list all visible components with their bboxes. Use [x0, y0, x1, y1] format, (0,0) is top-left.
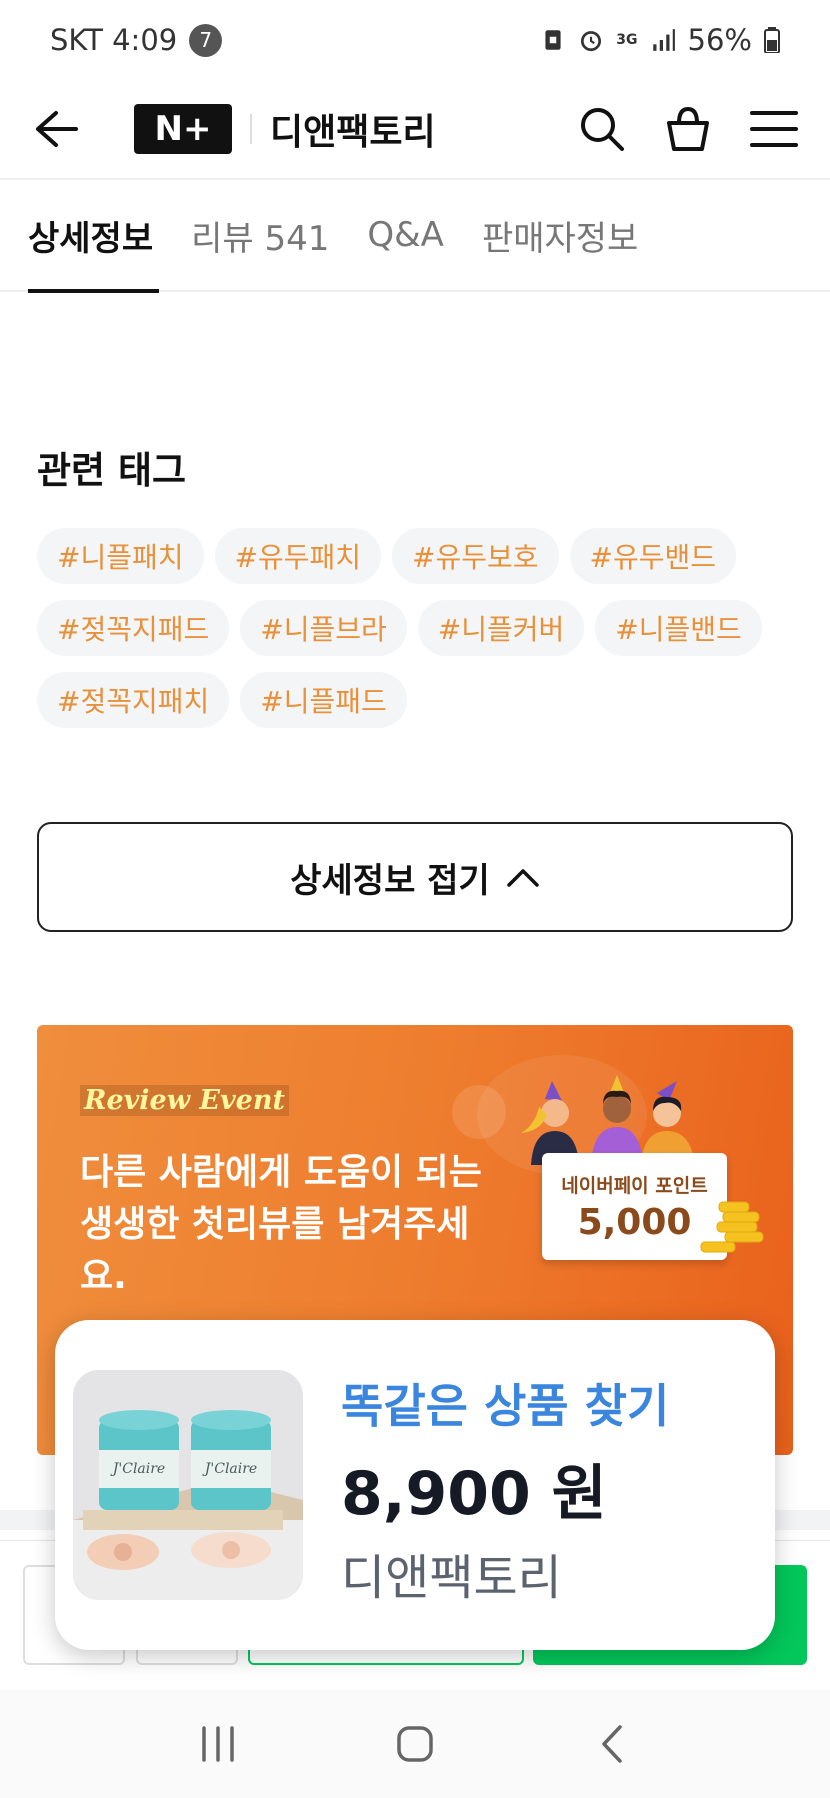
carrier-time: SKT 4:09	[50, 23, 178, 57]
logo-divider	[250, 114, 252, 144]
tag-chip[interactable]: #니플패드	[240, 672, 407, 728]
review-event-message: 다른 사람에게 도움이 되는 생생한 첫리뷰를 남겨주세 요.	[80, 1147, 500, 1303]
naver-plus-logo[interactable]: N+	[134, 104, 232, 154]
find-same-product-title[interactable]: 똑같은 상품 찾기	[341, 1370, 669, 1436]
header-actions	[576, 103, 800, 155]
status-right: 3G 56%	[540, 23, 780, 57]
same-product-popup[interactable]: J'Claire J'Claire 똑같은 상품 찾기 8,900 원 디앤팩토…	[55, 1320, 775, 1650]
tag-chip[interactable]: #젖꼭지패치	[37, 672, 230, 728]
tab-qna[interactable]: Q&A	[367, 179, 444, 291]
tag-chip[interactable]: #유두밴드	[569, 528, 737, 584]
battery-icon	[764, 27, 780, 53]
product-brand-text: J'Claire	[202, 1461, 257, 1477]
logo-text: N+	[154, 109, 212, 149]
tag-chip[interactable]: #유두보호	[392, 528, 559, 584]
lock-icon	[545, 30, 561, 50]
chevron-left-icon	[601, 1725, 622, 1763]
alarm-icon	[581, 31, 602, 52]
collapse-details-label: 상세정보 접기	[290, 860, 490, 901]
shop-name[interactable]: 디앤팩토리	[270, 103, 436, 155]
system-nav-bar	[0, 1690, 830, 1798]
message-line: 다른 사람에게 도움이 되는	[80, 1152, 482, 1193]
shopping-bag-icon	[667, 106, 709, 151]
tag-chip[interactable]: #니플밴드	[595, 600, 762, 656]
signal-icon	[652, 29, 675, 51]
collapse-details-button[interactable]: 상세정보 접기	[37, 822, 793, 932]
message-line: 생생한 첫리뷰를 남겨주세	[80, 1204, 470, 1245]
status-left: SKT 4:09 7	[50, 23, 223, 57]
tag-chip[interactable]: #니플커버	[417, 600, 585, 656]
product-tabs: 상세정보 리뷰 541 Q&A 판매자정보	[0, 179, 830, 293]
related-tags-title: 관련 태그	[37, 449, 187, 492]
party-people-illustration	[521, 1075, 695, 1165]
status-bar: SKT 4:09 7 3G 56%	[0, 0, 830, 80]
tab-details[interactable]: 상세정보	[28, 179, 160, 293]
tab-seller-info[interactable]: 판매자정보	[482, 179, 638, 291]
nav-back-button[interactable]	[582, 1714, 642, 1774]
menu-button[interactable]	[748, 103, 800, 155]
coins-illustration	[700, 1201, 764, 1253]
review-event-label: Review Event	[80, 1085, 289, 1116]
recent-apps-button[interactable]	[188, 1714, 248, 1774]
product-brand-text: J'Claire	[110, 1461, 165, 1477]
message-line: 요.	[80, 1256, 127, 1297]
point-label: 네이버페이 포인트	[561, 1174, 708, 1197]
notification-count-badge: 7	[189, 23, 223, 57]
point-value: 5,000	[577, 1201, 692, 1243]
app-header: N+ 디앤팩토리	[0, 80, 830, 180]
hamburger-menu-icon	[750, 111, 798, 147]
arrow-left-icon	[36, 111, 78, 147]
back-button[interactable]	[30, 103, 82, 155]
recent-apps-icon	[202, 1726, 235, 1762]
home-button[interactable]	[385, 1714, 445, 1774]
related-tags-list: #니플패치 #유두패치 #유두보호 #유두밴드 #젖꼭지패드 #니플브라 #니플…	[37, 528, 777, 728]
chevron-up-icon	[507, 869, 539, 887]
tab-reviews[interactable]: 리뷰 541	[191, 179, 329, 291]
tag-chip[interactable]: #니플패치	[37, 528, 204, 584]
tag-chip[interactable]: #젖꼭지패드	[37, 600, 230, 656]
product-image: J'Claire J'Claire	[73, 1370, 303, 1600]
product-price: 8,900 원	[341, 1459, 607, 1529]
banner-decoration	[452, 1085, 506, 1139]
home-icon	[397, 1726, 433, 1762]
search-button[interactable]	[576, 103, 628, 155]
battery-percent: 56%	[687, 23, 752, 57]
cart-button[interactable]	[662, 103, 714, 155]
product-thumbnail[interactable]: J'Claire J'Claire	[73, 1370, 303, 1600]
product-shop-name: 디앤팩토리	[341, 1550, 562, 1606]
search-icon	[581, 108, 624, 151]
tag-chip[interactable]: #유두패치	[214, 528, 382, 584]
tag-chip[interactable]: #니플브라	[240, 600, 407, 656]
network-type: 3G	[616, 32, 638, 48]
